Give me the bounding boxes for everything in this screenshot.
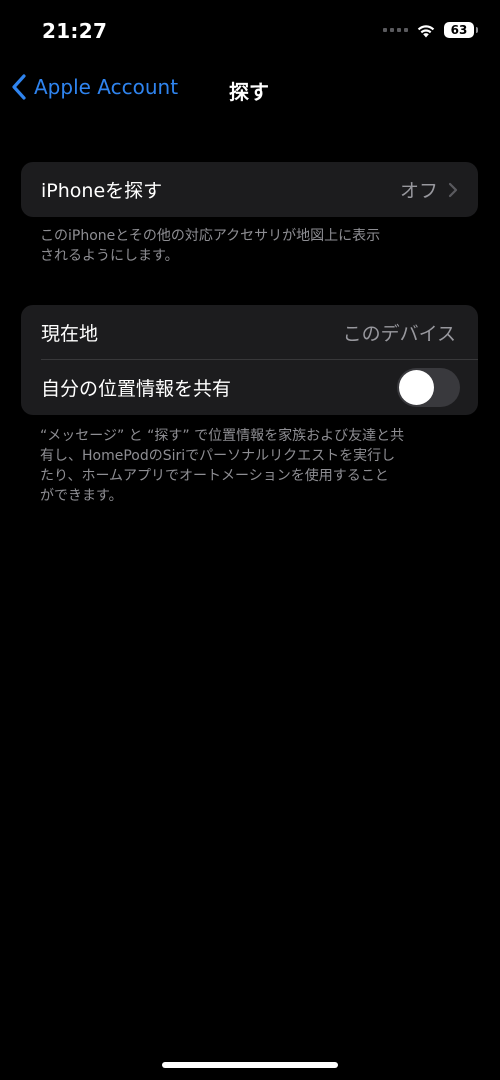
share-location-label: 自分の位置情報を共有 xyxy=(41,378,232,400)
current-location-label: 現在地 xyxy=(41,323,99,345)
cellular-dots-icon xyxy=(383,28,408,32)
find-iphone-value-wrap: オフ xyxy=(400,176,458,203)
footer-line: たり、ホームアプリでオートメーションを使用すること xyxy=(40,468,389,484)
home-indicator[interactable] xyxy=(162,1062,338,1068)
find-iphone-group: iPhoneを探す オフ xyxy=(21,162,478,217)
footer-line: このiPhoneとその他の対応アクセサリが地図上に表示 xyxy=(40,228,381,244)
find-iphone-footer: このiPhoneとその他の対応アクセサリが地図上に表示 されるようにします。 xyxy=(40,226,460,266)
share-location-row: 自分の位置情報を共有 xyxy=(21,360,478,415)
location-group: 現在地 このデバイス 自分の位置情報を共有 xyxy=(21,305,478,415)
find-iphone-value: オフ xyxy=(399,180,438,202)
nav-bar: Apple Account 探す xyxy=(0,62,500,116)
status-icons: 63 xyxy=(383,22,478,38)
chevron-left-icon xyxy=(12,74,26,100)
footer-line: “メッセージ” と “探す” で位置情報を家族および友達と共 xyxy=(40,428,405,444)
footer-line: ができます。 xyxy=(40,488,123,504)
location-footer: “メッセージ” と “探す” で位置情報を家族および友達と共 有し、HomePo… xyxy=(40,426,460,506)
share-location-toggle[interactable] xyxy=(397,368,460,407)
footer-line: 有し、HomePodのSiriでパーソナルリクエストを実行し xyxy=(40,448,396,464)
back-label: Apple Account xyxy=(34,75,179,99)
find-iphone-label: iPhoneを探す xyxy=(41,180,163,202)
current-location-row[interactable]: 現在地 このデバイス xyxy=(21,305,478,360)
status-time: 21:27 xyxy=(42,19,108,43)
status-bar: 21:27 63 xyxy=(0,0,500,62)
current-location-value: このデバイス xyxy=(342,323,456,345)
toggle-knob xyxy=(399,370,434,405)
battery-level: 63 xyxy=(450,23,468,37)
chevron-right-icon xyxy=(448,182,458,197)
page-title: 探す xyxy=(229,80,269,104)
find-iphone-row[interactable]: iPhoneを探す オフ xyxy=(21,162,478,217)
footer-line: されるようにします。 xyxy=(40,248,179,264)
battery-icon: 63 xyxy=(444,22,478,38)
wifi-icon xyxy=(417,24,435,37)
back-button[interactable]: Apple Account xyxy=(10,74,178,100)
